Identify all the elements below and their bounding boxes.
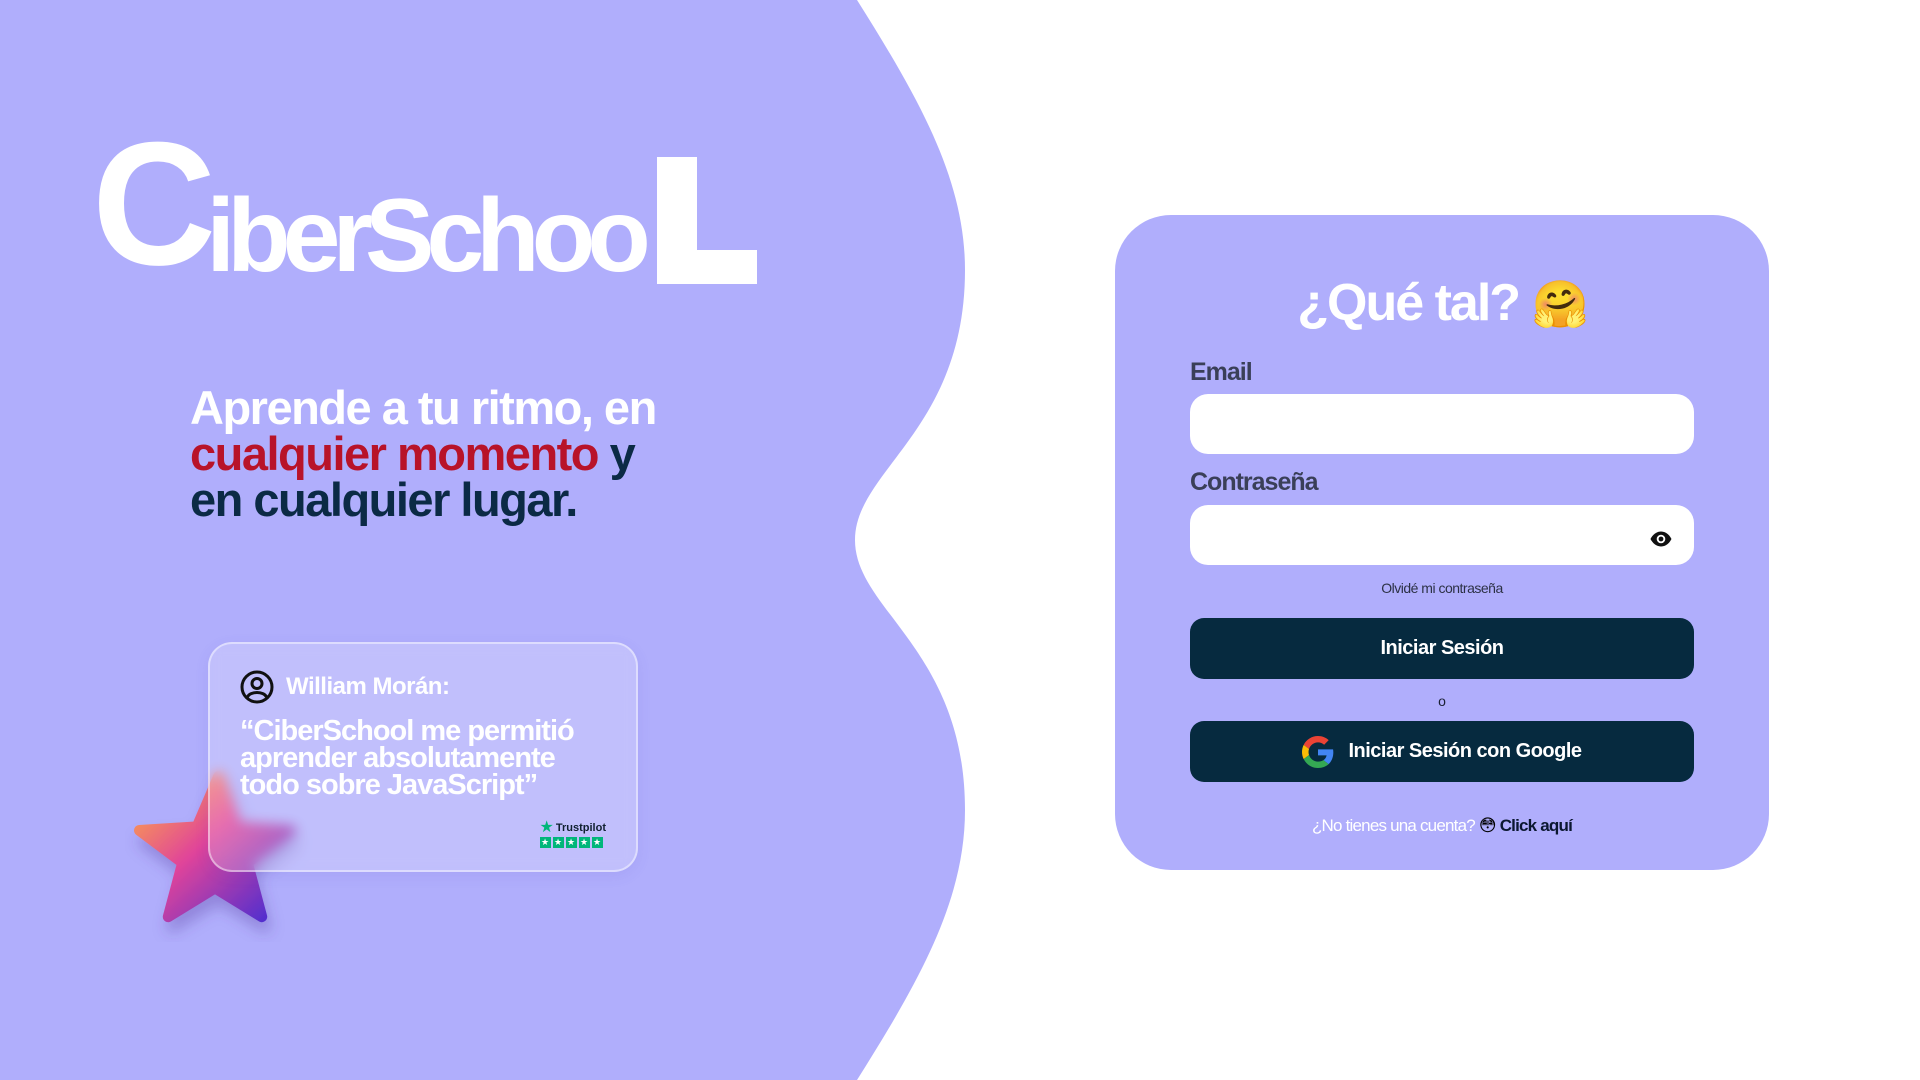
trustpilot-rating: ★ ★ ★ ★ ★ xyxy=(539,837,603,848)
login-button[interactable]: Iniciar Sesión xyxy=(1190,618,1694,679)
signup-link[interactable]: Click aquí xyxy=(1500,816,1573,835)
trustpilot-name: Trustpilot xyxy=(555,822,606,834)
ciberschool-logo: C iberSchoo L xyxy=(92,116,757,294)
logo-letter-l: L xyxy=(656,157,757,284)
user-circle-icon xyxy=(240,670,274,704)
trustpilot-star-icon: ★ xyxy=(539,819,554,836)
email-label: Email xyxy=(1190,358,1253,386)
testimonial-card: William Morán: “CiberSchool me permitió … xyxy=(208,642,638,872)
forgot-password-link[interactable]: Olvidé mi contraseña xyxy=(1115,580,1769,596)
hero-tagline: Aprende a tu ritmo, en cualquier momento… xyxy=(190,384,750,526)
google-login-label: Iniciar Sesión con Google xyxy=(1348,740,1582,762)
password-field[interactable] xyxy=(1190,505,1694,565)
google-icon xyxy=(1302,735,1334,768)
logo-letter-c: C xyxy=(92,106,216,302)
eye-icon[interactable] xyxy=(1649,527,1673,551)
login-title-text: ¿Qué tal? xyxy=(1297,274,1521,332)
logo-text: iberSchoo xyxy=(206,178,651,294)
testimonial-quote: “CiberSchool me permitió aprender absolu… xyxy=(240,715,575,801)
signup-prompt: ¿No tienes una cuenta? 😳 Click aquí xyxy=(1115,816,1769,836)
tagline-connector: y xyxy=(598,427,636,480)
password-label: Contraseña xyxy=(1190,468,1319,496)
login-title: ¿Qué tal? 🤗 xyxy=(1115,277,1769,329)
or-separator: o xyxy=(1438,693,1446,709)
trustpilot-badge: ★ Trustpilot ★ ★ ★ ★ ★ xyxy=(539,819,606,848)
email-field[interactable] xyxy=(1190,394,1694,454)
hug-emoji-icon: 🤗 xyxy=(1531,278,1588,330)
google-login-button[interactable]: Iniciar Sesión con Google xyxy=(1190,721,1694,782)
login-button-label: Iniciar Sesión xyxy=(1380,637,1504,659)
flushed-emoji-icon: 😳 xyxy=(1478,816,1497,835)
tagline-line-3: en cualquier lugar. xyxy=(190,473,578,526)
signup-question: ¿No tienes una cuenta? xyxy=(1311,816,1476,835)
login-card: ¿Qué tal? 🤗 Email Contraseña Olvidé mi c… xyxy=(1115,215,1769,870)
testimonial-author: William Morán: xyxy=(286,673,450,700)
